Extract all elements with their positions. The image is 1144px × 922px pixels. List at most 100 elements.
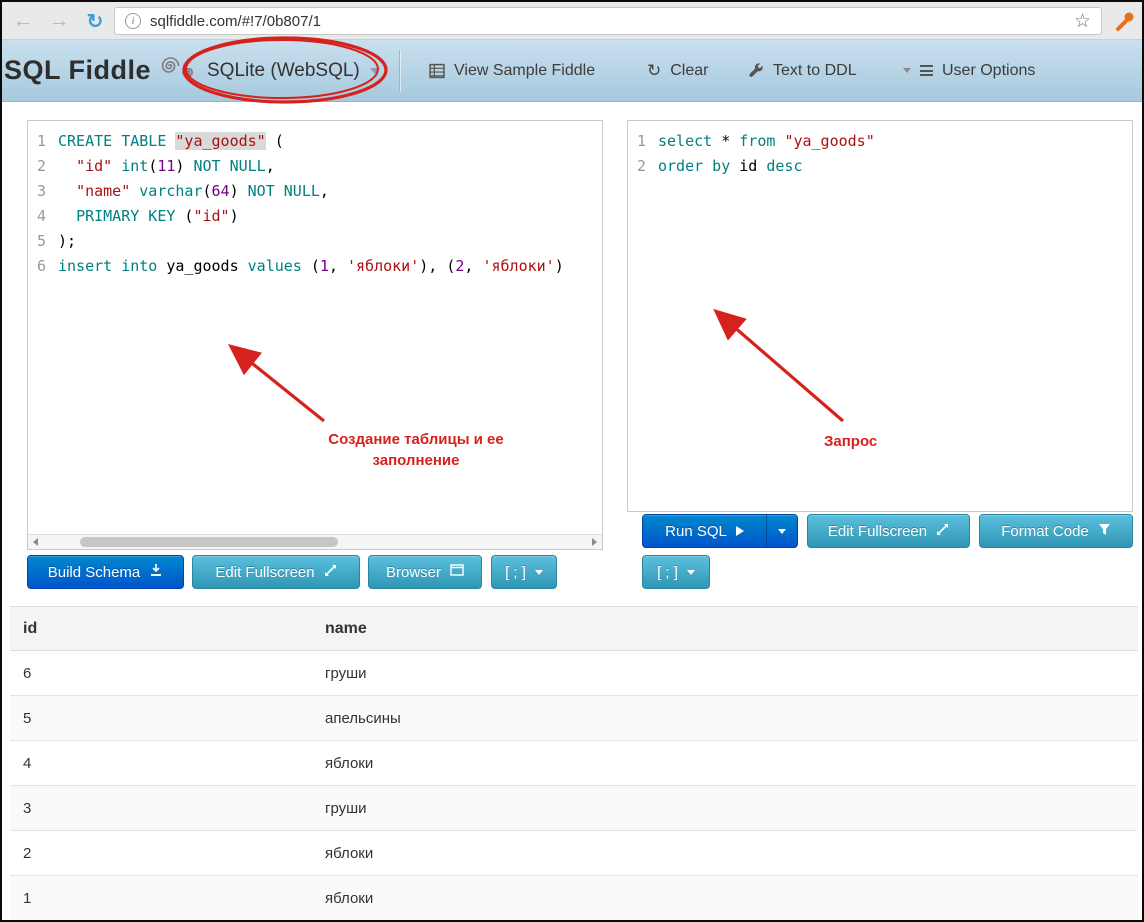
run-sql-split-button: Run SQL: [642, 514, 798, 548]
table-cell: 6: [10, 650, 312, 696]
code-line: 5);: [28, 229, 602, 254]
menu-view-sample-fiddle[interactable]: View Sample Fiddle: [429, 40, 595, 101]
schema-edit-fullscreen-button[interactable]: Edit Fullscreen: [192, 555, 360, 589]
table-cell: яблоки: [312, 875, 1138, 920]
fullscreen-arrow-icon: [324, 564, 337, 581]
button-label: Format Code: [1001, 522, 1089, 540]
table-cell: 1: [10, 875, 312, 920]
table-row: 6 груши: [10, 650, 1138, 696]
menu-label: Clear: [670, 61, 709, 79]
code-text: "name" varchar(64) NOT NULL,: [76, 182, 329, 200]
ammonite-shell-icon: [155, 52, 199, 89]
list-icon: [920, 65, 933, 76]
line-number: 1: [636, 132, 646, 150]
line-number: 2: [636, 157, 646, 175]
line-number: 3: [36, 182, 46, 200]
format-code-button[interactable]: Format Code: [979, 514, 1133, 548]
browser-button[interactable]: Browser: [368, 555, 482, 589]
code-line: 1 select * from "ya_goods": [628, 129, 1132, 154]
schema-editor-panel: 1 CREATE TABLE "ya_goods" ( 2 "id" int(11)…: [27, 120, 603, 550]
url-text[interactable]: sqlfiddle.com/#!7/0b807/1: [150, 13, 1065, 30]
query-editor-panel: 1 select * from "ya_goods" 2 order by id de…: [627, 120, 1133, 512]
database-selector-label: SQLite (WebSQL): [207, 59, 360, 81]
menu-clear[interactable]: ↻ Clear: [647, 40, 708, 101]
table-cell: 3: [10, 785, 312, 831]
line-number: 4: [36, 207, 46, 225]
address-bar[interactable]: i sqlfiddle.com/#!7/0b807/1 ☆: [114, 7, 1102, 35]
code-line: 1 CREATE TABLE "ya_goods" (: [28, 129, 602, 154]
query-terminator-dropdown[interactable]: [ ; ]: [642, 555, 710, 589]
table-row: 5 апельсины: [10, 695, 1138, 741]
code-line: 4 PRIMARY KEY ("id"): [28, 204, 602, 229]
forward-icon[interactable]: →: [44, 2, 74, 40]
chevron-down-icon: [778, 528, 786, 534]
line-number: 2: [36, 157, 46, 175]
run-sql-dropdown-toggle[interactable]: [767, 515, 797, 547]
button-label: Run SQL: [665, 522, 727, 540]
code-line: 6 insert into ya_goods values (1, 'яблоки…: [28, 254, 602, 279]
button-label: Build Schema: [47, 563, 141, 581]
menu-label: User Options: [942, 61, 1036, 79]
button-label: [ ; ]: [505, 563, 526, 581]
code-text: );: [58, 232, 77, 250]
wrench-icon: [749, 63, 764, 78]
table-row: 3 груши: [10, 785, 1138, 831]
code-line: 2 "id" int(11) NOT NULL,: [28, 154, 602, 179]
schema-code[interactable]: 1 CREATE TABLE "ya_goods" ( 2 "id" int(11)…: [28, 121, 602, 279]
table-cell: груши: [312, 650, 1138, 696]
scroll-left-button[interactable]: [28, 535, 43, 549]
scroll-right-button[interactable]: [587, 535, 602, 549]
code-text: PRIMARY KEY ("id"): [76, 207, 239, 225]
menu-user-options[interactable]: User Options: [903, 40, 1035, 101]
code-text: select * from "ya_goods": [658, 132, 875, 150]
chevron-down-icon: [686, 569, 695, 575]
database-selector[interactable]: SQLite (WebSQL): [207, 40, 380, 101]
query-annotation-text: Запрос: [824, 433, 878, 450]
run-sql-button[interactable]: Run SQL: [643, 515, 767, 547]
button-label: [ ; ]: [657, 563, 678, 581]
browser-extension-icon[interactable]: [1114, 10, 1136, 32]
results-body: 6 груши 5 апельсины 4 яблоки 3 груши 2 яблоки 1 ябл…: [10, 650, 1138, 920]
menu-text-to-ddl[interactable]: Text to DDL: [749, 40, 857, 101]
query-edit-fullscreen-button[interactable]: Edit Fullscreen: [807, 514, 970, 548]
code-line: 3 "name" varchar(64) NOT NULL,: [28, 179, 602, 204]
menu-label: View Sample Fiddle: [454, 61, 596, 79]
table-cell: 5: [10, 695, 312, 741]
scrollbar-thumb[interactable]: [80, 537, 338, 547]
play-icon: [735, 526, 744, 536]
triangle-right-icon: [592, 538, 597, 546]
back-icon[interactable]: ←: [8, 2, 38, 40]
header-divider: [399, 50, 400, 92]
logo-text: SQL Fiddle: [4, 55, 152, 85]
table-row: 4 яблоки: [10, 740, 1138, 786]
table-cell: яблоки: [312, 740, 1138, 786]
chevron-down-icon: [369, 67, 380, 74]
table-row: 2 яблоки: [10, 830, 1138, 876]
table-row: 1 яблоки: [10, 875, 1138, 920]
window-icon: [450, 563, 464, 581]
results-header-row: id name: [10, 606, 1138, 651]
table-grid-icon: [429, 63, 445, 79]
code-text: order by id desc: [658, 157, 803, 175]
line-number: 1: [36, 132, 46, 150]
triangle-left-icon: [33, 538, 38, 546]
sqlfiddle-logo[interactable]: SQL Fiddle: [4, 40, 199, 101]
code-text: "id" int(11) NOT NULL,: [76, 157, 275, 175]
table-cell: 4: [10, 740, 312, 786]
schema-terminator-dropdown[interactable]: [ ; ]: [491, 555, 557, 589]
menu-label: Text to DDL: [773, 61, 857, 79]
line-number: 6: [36, 257, 46, 275]
download-icon: [149, 563, 163, 581]
query-code[interactable]: 1 select * from "ya_goods" 2 order by id de…: [628, 121, 1132, 179]
code-text: CREATE TABLE "ya_goods" (: [58, 132, 284, 150]
screenshot-frame: ← → ↻ i sqlfiddle.com/#!7/0b807/1 ☆ SQL …: [0, 0, 1144, 922]
table-cell: яблоки: [312, 830, 1138, 876]
build-schema-button[interactable]: Build Schema: [27, 555, 184, 589]
schema-annotation-text: Создание таблицы и ее заполнение: [328, 431, 504, 469]
button-label: Browser: [385, 563, 441, 581]
bookmark-star-icon[interactable]: ☆: [1074, 10, 1091, 33]
page-info-icon[interactable]: i: [125, 13, 141, 29]
column-header: name: [312, 606, 1138, 651]
schema-horizontal-scrollbar[interactable]: [28, 534, 602, 549]
refresh-icon[interactable]: ↻: [80, 2, 110, 40]
